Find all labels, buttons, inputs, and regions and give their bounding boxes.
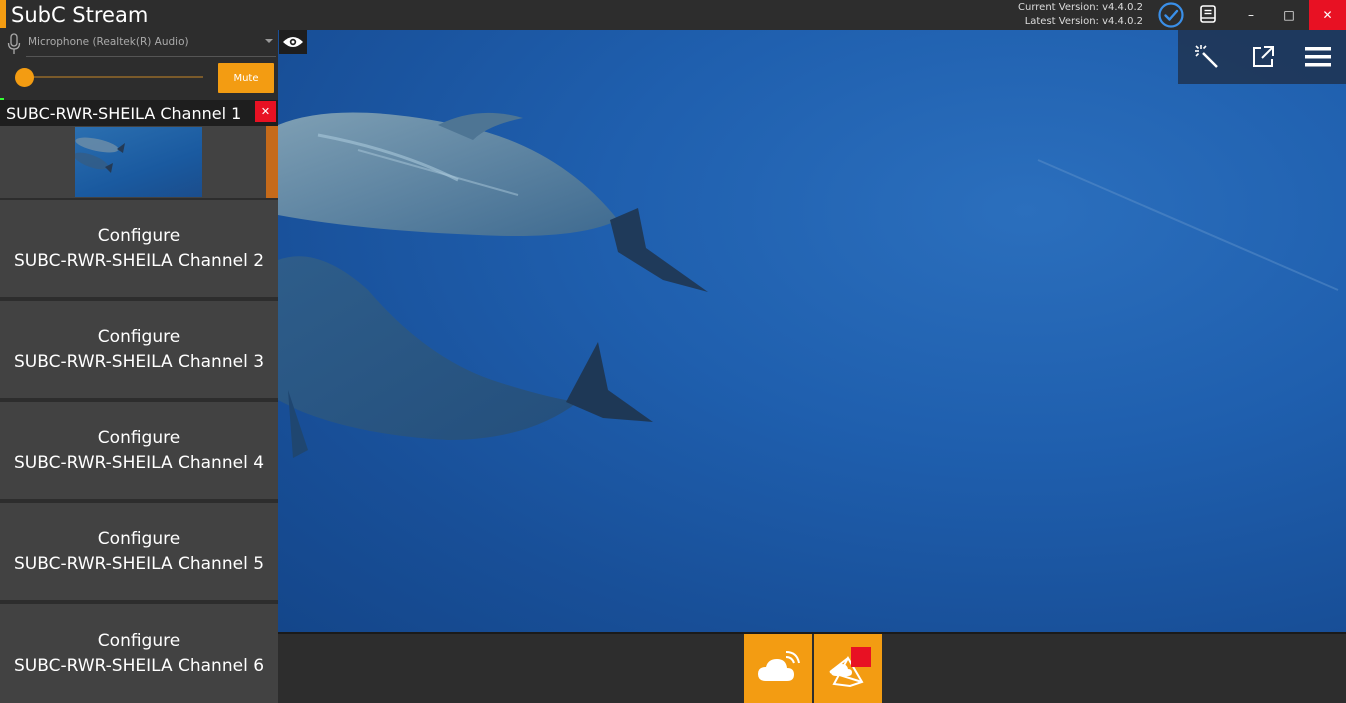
video-toolbar: [1178, 30, 1346, 84]
current-version-label: Current Version: v4.4.0.2: [1018, 2, 1143, 13]
dolphin-video-image: [278, 112, 1339, 458]
chevron-down-icon: [265, 39, 273, 43]
configure-channel-name: SUBC-RWR-SHEILA Channel 5: [13, 553, 265, 574]
configure-label: Configure: [97, 528, 181, 549]
configure-channel-5-button[interactable]: Configure SUBC-RWR-SHEILA Channel 5: [0, 501, 278, 600]
configure-channel-4-button[interactable]: Configure SUBC-RWR-SHEILA Channel 4: [0, 400, 278, 499]
mute-button[interactable]: Mute: [218, 63, 274, 93]
channel-1-preview[interactable]: [0, 126, 278, 198]
check-circle-icon[interactable]: [1157, 1, 1185, 29]
configure-label: Configure: [97, 326, 181, 347]
configure-channel-name: SUBC-RWR-SHEILA Channel 6: [13, 655, 265, 676]
bottom-bar: [278, 632, 1346, 703]
cloud-network-button[interactable]: [814, 634, 882, 703]
slider-track: [25, 76, 203, 78]
configure-label: Configure: [97, 630, 181, 651]
video-feed[interactable]: [278, 30, 1346, 632]
microphone-select-value: Microphone (Realtek(R) Audio): [28, 36, 189, 48]
microphone-icon: [7, 33, 21, 54]
configure-channel-name: SUBC-RWR-SHEILA Channel 4: [13, 452, 265, 473]
channel-1-scrollbar[interactable]: [266, 126, 278, 198]
configure-label: Configure: [97, 225, 181, 246]
channel-1-thumbnail[interactable]: [75, 127, 202, 197]
dolphin-thumbnail-image: [75, 137, 125, 173]
cloud-stream-button[interactable]: [744, 634, 812, 703]
title-accent-bar: [0, 0, 6, 28]
cloud-network-icon: [829, 655, 864, 688]
channel-sidebar: Microphone (Realtek(R) Audio) Mute SUBC-…: [0, 30, 278, 703]
cloud-stream-icon: [758, 650, 800, 681]
channel-1-close-button[interactable]: ✕: [255, 101, 276, 122]
volume-slider[interactable]: [15, 68, 205, 87]
hamburger-menu-icon[interactable]: [1304, 43, 1332, 71]
book-icon[interactable]: [1198, 4, 1218, 24]
configure-channel-2-button[interactable]: Configure SUBC-RWR-SHEILA Channel 2: [0, 198, 278, 297]
record-indicator: [851, 647, 871, 667]
latest-version-label: Latest Version: v4.4.0.2: [1024, 16, 1143, 27]
eye-icon[interactable]: [279, 30, 307, 54]
configure-label: Configure: [97, 427, 181, 448]
close-button[interactable]: ✕: [1309, 0, 1346, 30]
configure-channel-3-button[interactable]: Configure SUBC-RWR-SHEILA Channel 3: [0, 299, 278, 398]
channel-1-title: SUBC-RWR-SHEILA Channel 1: [6, 104, 242, 123]
configure-channel-name: SUBC-RWR-SHEILA Channel 3: [13, 351, 265, 372]
minimize-button[interactable]: –: [1232, 0, 1270, 30]
channel-1-header: SUBC-RWR-SHEILA Channel 1 ✕: [0, 100, 278, 126]
microphone-select[interactable]: Microphone (Realtek(R) Audio): [26, 33, 276, 57]
magic-wand-icon[interactable]: [1193, 43, 1221, 71]
microphone-row: Microphone (Realtek(R) Audio): [0, 30, 278, 58]
configure-channel-6-button[interactable]: Configure SUBC-RWR-SHEILA Channel 6: [0, 602, 278, 703]
configure-channel-name: SUBC-RWR-SHEILA Channel 2: [13, 250, 265, 271]
app-window: SubC Stream Current Version: v4.4.0.2 La…: [0, 0, 1346, 703]
maximize-button[interactable]: □: [1270, 0, 1308, 30]
app-title: SubC Stream: [11, 3, 149, 27]
slider-thumb[interactable]: [15, 68, 34, 87]
popout-icon[interactable]: [1249, 43, 1277, 71]
title-bar: SubC Stream Current Version: v4.4.0.2 La…: [0, 0, 1346, 30]
